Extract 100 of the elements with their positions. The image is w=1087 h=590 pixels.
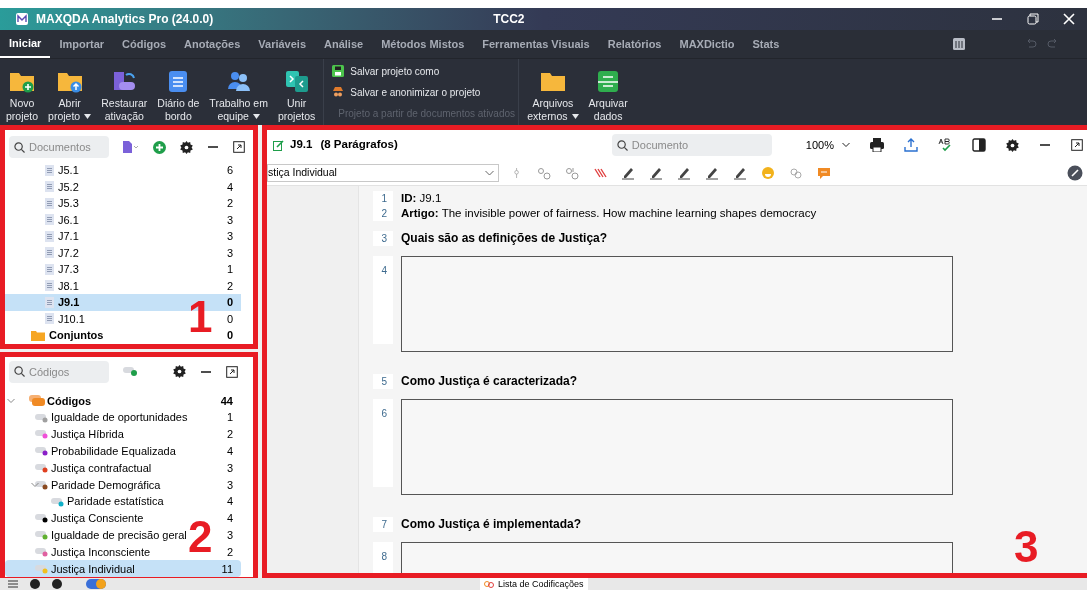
ribbon-button[interactable]: Diário de bordo [153,69,204,125]
paragraph-text: ID: J9.1 [401,191,442,206]
close-icon[interactable] [1063,13,1075,25]
undock-icon[interactable] [226,365,238,378]
paragraph-number: 4 [373,256,393,344]
code-icon [35,513,49,524]
ribbon-tab[interactable]: Variáveis [249,30,315,58]
document-icon [45,230,54,242]
restore-icon [111,69,138,93]
document-icon [45,214,54,226]
undock-icon[interactable] [1071,139,1083,151]
ribbon-tab[interactable]: Stats [743,30,789,58]
toggle-icon[interactable] [86,579,106,589]
search-field[interactable]: Códigos [9,360,109,383]
export-icon[interactable] [904,138,918,152]
code-add-icon[interactable] [565,165,579,180]
highlighter-icon[interactable] [705,165,719,180]
document-name: J8.1 [58,278,79,294]
code-count: 4 [226,494,233,510]
zoom-dropdown[interactable]: 100% [805,136,850,154]
annotation-number: 3 [1014,525,1039,569]
ribbon-tab[interactable]: Ferramentas Visuais [473,30,599,58]
settings-icon[interactable] [180,140,193,154]
document-name: J7.2 [58,245,79,261]
paragraph-number: 3 [373,231,393,246]
print-icon[interactable] [870,138,884,152]
document-title: J9.1 [290,137,313,153]
menu-item[interactable]: Salvar projeto como [332,63,511,79]
ribbon-button[interactable]: Abrir projeto [44,69,96,125]
ribbon-button[interactable]: Arquivos externos [523,69,583,125]
code-name: Paridade estatística [67,494,164,510]
spy-icon [332,86,345,98]
code-name: Justiça Inconsciente [51,544,151,560]
ribbon-button[interactable]: Unir projetos [273,69,320,125]
document-count: 1 [226,262,233,277]
question-heading: Como Justiça é caracterizada? [401,374,578,389]
code-icon [35,563,49,574]
ribbon-tab[interactable]: Anotações [175,30,250,58]
merge-icon [283,69,310,93]
ribbon-button[interactable]: Novo projeto [2,69,43,125]
document-name: J5.1 [58,163,79,178]
document-count: 4 [226,179,233,195]
cabinet-icon [596,69,621,93]
highlighter-icon[interactable] [649,165,663,180]
edit-icon[interactable] [273,139,284,151]
restore-window-icon[interactable] [1027,13,1039,25]
code-count: 4 [226,511,233,527]
code-icon [35,412,49,423]
paragraph-number: 2 [373,206,393,221]
ribbon-button[interactable]: Arquivar dados [584,69,632,125]
ribbon-tab[interactable]: Importar [50,30,114,58]
search-field[interactable]: Documento [611,134,772,156]
document-icon[interactable] [123,141,139,153]
code-icon [35,429,49,440]
code-dropdown[interactable]: stiça Individual [267,163,499,182]
sliders-icon[interactable] [8,579,18,589]
document-icon [45,197,54,209]
document-count: 0 [226,295,233,310]
menu-item[interactable]: Salvar e anonimizar o projeto [332,84,511,100]
settings-icon[interactable] [173,365,186,378]
document-name: J5.3 [58,196,79,211]
annotation-number: 2 [188,514,213,559]
document-count: 3 [226,245,233,261]
ribbon-tab[interactable]: Códigos [113,30,176,58]
code-icon [51,496,65,507]
code-add-icon[interactable] [537,165,551,180]
document-name: J6.1 [58,212,79,228]
add-icon[interactable] [153,140,166,154]
ribbon-tab[interactable]: Métodos Mistos [372,30,474,58]
new-code-icon[interactable] [123,366,139,377]
ribbon-tab[interactable]: Relatórios [598,30,671,58]
ribbon-tab[interactable]: Análise [315,30,373,58]
code-root-item[interactable]: Códigos 44 [5,392,241,410]
document-icon [45,296,54,308]
code-count: 1 [226,410,233,426]
columns-icon[interactable] [953,38,966,50]
answer-box[interactable] [401,399,953,495]
highlighter-icon[interactable] [621,165,635,180]
document-name: J7.3 [58,262,79,277]
answer-box[interactable] [401,256,953,352]
ribbon-button[interactable]: Trabalho em equipe [205,69,272,125]
ribbon-button[interactable]: Restaurar ativação [97,69,152,125]
document-count: 0 [226,311,233,327]
code-count: 11 [221,561,233,577]
status-tab[interactable]: Lista de Codificações [480,578,588,590]
document-count: 6 [226,163,233,178]
spellcheck-icon[interactable] [938,138,952,152]
settings-icon[interactable] [1006,138,1019,152]
code-item[interactable]: Justiça Individual 11 [5,560,241,578]
search-field[interactable]: Documentos [9,136,109,158]
undock-icon[interactable] [233,141,245,153]
sidebar-icon[interactable] [972,138,986,152]
ribbon-tab[interactable]: MAXDictio [670,30,744,58]
highlighter-icon[interactable] [677,165,691,180]
code-icon [35,547,49,558]
edit-mode-icon[interactable] [1067,164,1083,181]
highlighter-icon[interactable] [733,165,747,180]
document-count: 3 [226,212,233,228]
circle-icon[interactable] [30,579,40,589]
document-count: 2 [226,196,233,211]
